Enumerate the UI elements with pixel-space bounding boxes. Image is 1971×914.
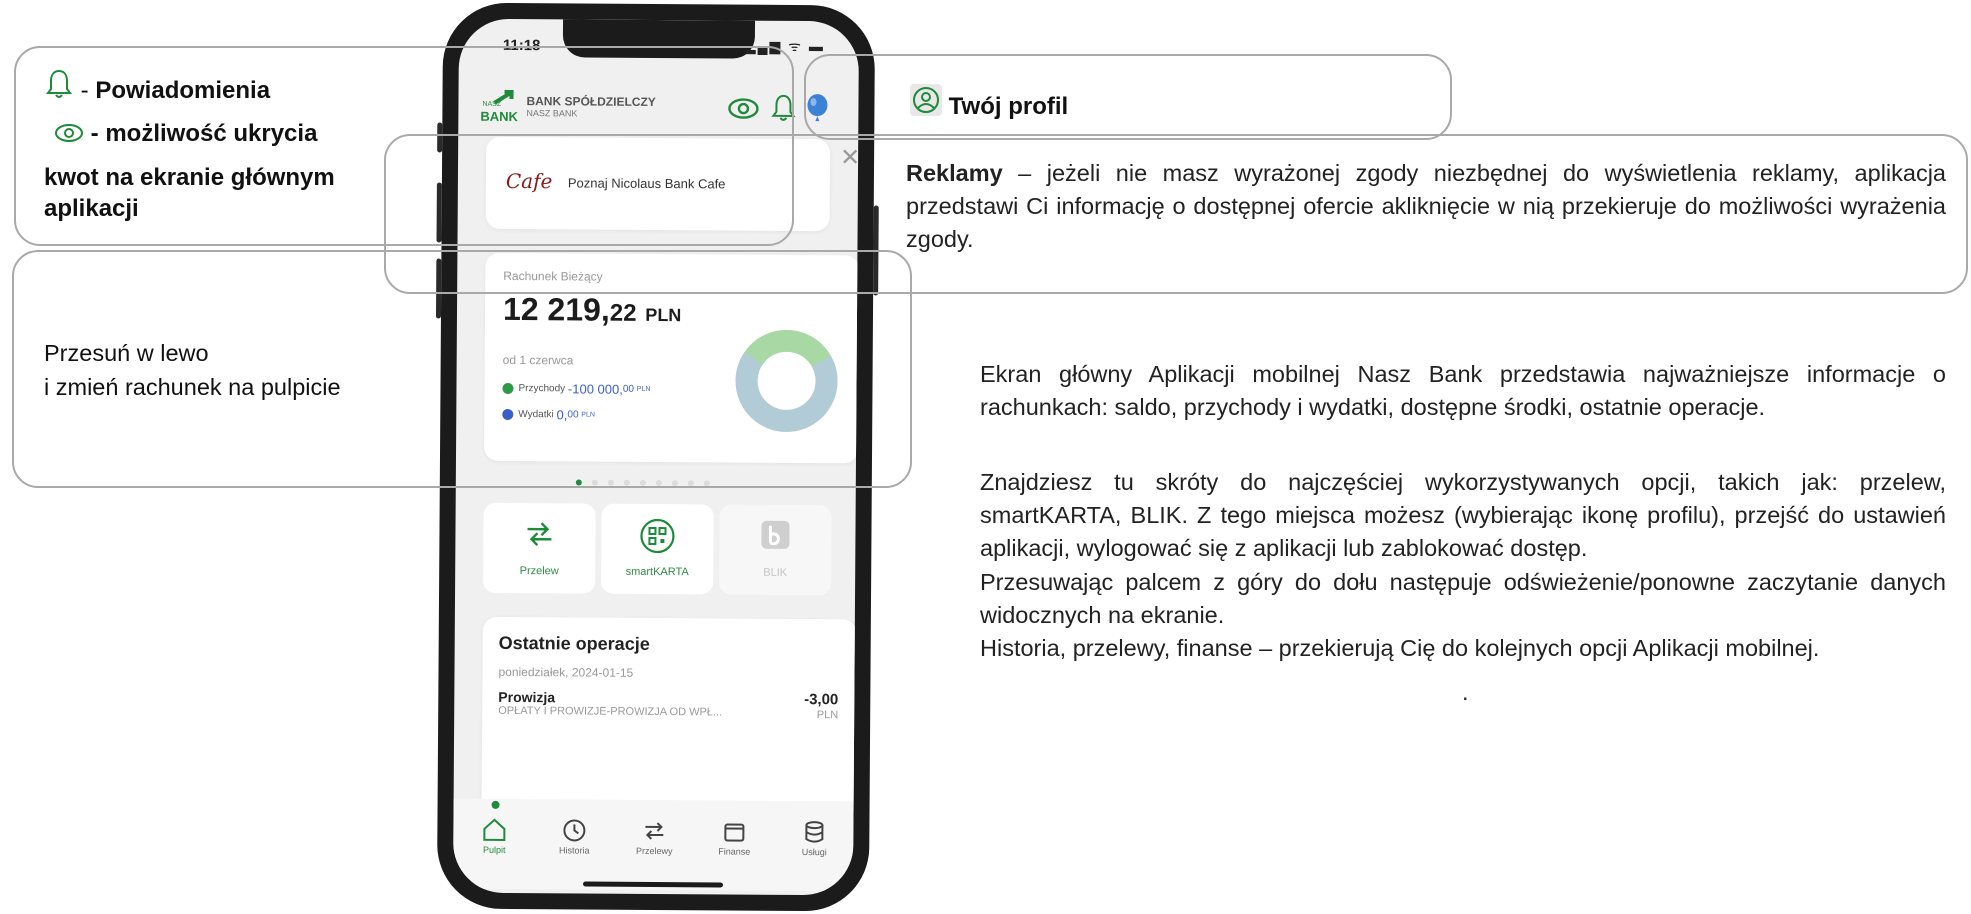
intro-paragraph: Ekran główny Aplikacji mobilnej Nasz Ban… (980, 361, 1946, 420)
tab-historia-label: Historia (558, 845, 590, 856)
bottom-tab-bar: Pulpit Historia Przelewy Finanse Usługi (452, 798, 854, 892)
ops-currency: PLN (816, 709, 839, 722)
blik-icon (761, 520, 790, 549)
shortcuts-paragraph: Znajdziesz tu skróty do najczęściej wyko… (980, 469, 1946, 561)
operation-row[interactable]: Prowizja OPŁATY I PROWIZJE-PROWIZJA OD W… (483, 617, 857, 721)
transfer-icon (645, 822, 664, 840)
shortcut-transfer-label: Przelew (519, 565, 559, 578)
shortcut-blik[interactable]: BLIK (719, 504, 832, 596)
home-indicator (582, 881, 724, 888)
ads-description: Reklamy – jeżeli nie masz wyrażonej zgod… (906, 157, 1946, 256)
finance-icon (724, 823, 745, 842)
services-icon (805, 821, 824, 843)
ads-text: – jeżeli nie masz wyrażonej zgody niezbę… (906, 160, 1946, 252)
tab-finanse-label: Finanse (718, 846, 751, 857)
callout-frame-profile (804, 54, 1452, 140)
trailing-dot: . (1462, 679, 1469, 705)
shortcut-smartkarta-label: smartKARTA (625, 565, 689, 579)
navigation-paragraph: Historia, przelewy, finanse – przekieruj… (980, 635, 1820, 661)
tab-uslugi[interactable]: Usługi (779, 819, 849, 857)
shortcut-transfer[interactable]: Przelew (483, 502, 596, 594)
ops-title: Ostatnie operacje (498, 632, 650, 654)
ads-label: Reklamy (906, 160, 1003, 186)
transfer-icon (527, 522, 552, 547)
tab-przelewy[interactable]: Przelewy (619, 818, 689, 856)
ops-amount: -3,00 (804, 691, 839, 709)
tab-przelewy-label: Przelewy (635, 845, 673, 857)
history-icon (563, 819, 586, 842)
tab-pulpit[interactable]: Pulpit (459, 817, 529, 855)
tab-finanse[interactable]: Finanse (699, 818, 769, 857)
callout-frame-account (12, 250, 912, 488)
shortcut-smartkarta[interactable]: smartKARTA (601, 503, 714, 595)
recent-operations: Ostatnie operacje poniedziałek, 2024-01-… (481, 616, 857, 820)
profile-user-icon (910, 84, 942, 116)
home-icon (483, 818, 506, 841)
tab-uslugi-label: Usługi (801, 847, 827, 858)
profile-label: Twój profil (948, 93, 1069, 120)
ops-description: OPŁATY I PROWIZJE-PROWIZJA OD WPŁ... (498, 704, 723, 719)
qr-icon (640, 518, 675, 554)
tab-historia[interactable]: Historia (539, 817, 609, 856)
refresh-paragraph: Przesuwając palcem z góry do dołu następ… (980, 569, 1946, 628)
ops-name: Prowizja (498, 688, 556, 706)
ops-date: poniedziałek, 2024-01-15 (498, 664, 634, 680)
profile-note: Twój profil (910, 84, 1068, 122)
shortcut-blik-label: BLIK (763, 566, 788, 579)
tab-pulpit-label: Pulpit (482, 844, 506, 855)
active-tab-indicator (491, 800, 500, 809)
